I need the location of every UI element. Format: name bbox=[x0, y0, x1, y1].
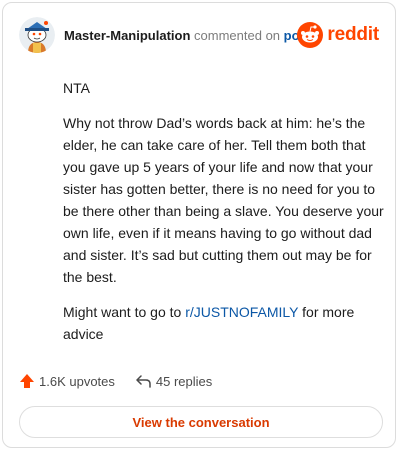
subreddit-link[interactable]: r/JUSTNOFAMILY bbox=[185, 304, 298, 320]
replies-stat[interactable]: 45 replies bbox=[135, 373, 212, 389]
username-link[interactable]: Master-Manipulation bbox=[64, 28, 190, 43]
reply-arrow-icon bbox=[136, 375, 151, 388]
reddit-logo-icon bbox=[297, 22, 324, 48]
comment-paragraph-last: Might want to go to r/JUSTNOFAMILY for m… bbox=[63, 301, 385, 345]
comment-paragraph: NTA bbox=[63, 80, 90, 96]
replies-count: 45 replies bbox=[155, 373, 213, 389]
comment-footer: 1.6K upvotes 45 replies bbox=[19, 371, 212, 391]
action-text: commented on bbox=[194, 28, 281, 43]
view-conversation-button[interactable]: View the conversation bbox=[19, 406, 383, 438]
comment-paragraph: Why not throw Dad’s words back at him: h… bbox=[63, 115, 384, 285]
advice-text-pre: Might want to go to bbox=[63, 304, 186, 320]
comment-header: Master-Manipulation commented on post re… bbox=[17, 17, 381, 57]
upvotes-stat[interactable]: 1.6K upvotes bbox=[19, 373, 115, 389]
reddit-wordmark: reddit bbox=[327, 24, 379, 45]
upvotes-count: 1.6K upvotes bbox=[39, 373, 115, 389]
user-avatar-icon[interactable] bbox=[19, 17, 55, 53]
reddit-logo[interactable]: reddit bbox=[297, 21, 379, 49]
comment-card: Master-Manipulation commented on post re… bbox=[2, 2, 396, 448]
comment-meta: Master-Manipulation commented on post bbox=[64, 28, 311, 43]
upvote-arrow-icon bbox=[20, 374, 34, 388]
comment-body: NTA Why not throw Dad’s words back at hi… bbox=[63, 77, 385, 358]
